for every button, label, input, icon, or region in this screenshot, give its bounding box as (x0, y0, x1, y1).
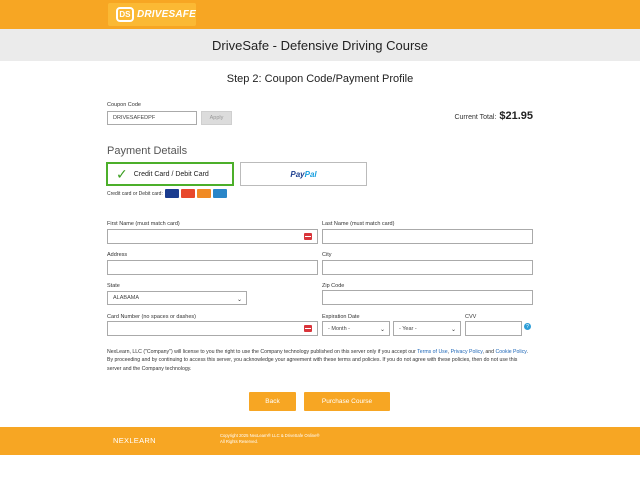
page-title: DriveSafe - Defensive Driving Course (211, 37, 429, 53)
legal-notice: NexLearn, LLC ("Company") will license t… (107, 348, 533, 373)
top-bar: DS DRIVESAFE (0, 0, 640, 29)
paypal-pay-text: Pay (290, 169, 305, 179)
drivesafe-logo[interactable]: DS DRIVESAFE (108, 3, 196, 26)
back-button[interactable]: Back (249, 392, 296, 411)
month-select[interactable]: - Month - ⌄ (322, 321, 390, 336)
last-name-label: Last Name (must match card) (322, 221, 395, 227)
nexlearn-logo: NEXLEARN (113, 436, 156, 445)
card-number-input[interactable] (107, 321, 318, 336)
legal-sep-2: , and (482, 349, 496, 355)
accepted-cards: Credit card or Debit card: (107, 189, 227, 198)
state-label: State (107, 283, 120, 289)
error-icon (304, 325, 312, 332)
rights-text: All Rights Reserved. (220, 439, 258, 444)
last-name-input[interactable] (322, 229, 533, 244)
apply-button[interactable]: Apply (201, 111, 232, 125)
checkout-page: DS DRIVESAFE DriveSafe - Defensive Drivi… (0, 0, 640, 478)
error-icon (304, 233, 312, 240)
coupon-label: Coupon Code (107, 102, 141, 108)
help-icon[interactable]: ? (524, 323, 531, 330)
mastercard-icon (180, 189, 195, 198)
year-value: - Year - (399, 325, 417, 332)
payment-details-title: Payment Details (107, 145, 188, 157)
chevron-down-icon: ⌄ (379, 327, 385, 333)
month-value: - Month - (328, 325, 351, 332)
amex-icon (212, 189, 227, 198)
legal-text-1: NexLearn, LLC ("Company") will license t… (107, 349, 418, 355)
visa-icon (164, 189, 179, 198)
discover-icon (196, 189, 211, 198)
first-name-label: First Name (must match card) (107, 221, 180, 227)
total-label: Current Total: (454, 114, 497, 121)
address-input[interactable] (107, 260, 318, 275)
terms-link[interactable]: Terms of Use (417, 349, 448, 355)
card-number-label: Card Number (no spaces or dashes) (107, 314, 196, 320)
zip-input[interactable] (322, 290, 533, 305)
logo-text: DRIVESAFE (136, 9, 196, 20)
footer: NEXLEARN Copyright 2025 NexLearn® LLC & … (0, 427, 640, 455)
credit-card-option[interactable]: ✓ Credit Card / Debit Card (106, 162, 234, 186)
paypal-option[interactable]: Pay Pal (240, 162, 367, 186)
total-amount: $21.95 (499, 110, 533, 122)
cvv-input[interactable] (465, 321, 522, 336)
zip-label: Zip Code (322, 283, 345, 289)
state-select[interactable]: ALABAMA ⌄ (107, 291, 247, 305)
logo-mark-icon: DS (116, 7, 134, 22)
expiration-label: Expiration Date (322, 314, 360, 320)
privacy-link[interactable]: Privacy Policy (451, 349, 483, 355)
checkmark-icon: ✓ (116, 165, 128, 182)
first-name-input[interactable] (107, 229, 318, 244)
chevron-down-icon: ⌄ (236, 297, 242, 303)
purchase-course-button[interactable]: Purchase Course (304, 392, 390, 411)
city-input[interactable] (322, 260, 533, 275)
cookie-link[interactable]: Cookie Policy (495, 349, 526, 355)
year-select[interactable]: - Year - ⌄ (393, 321, 461, 336)
chevron-down-icon: ⌄ (450, 327, 456, 333)
current-total: Current Total: $21.95 (454, 110, 533, 122)
address-label: Address (107, 252, 128, 258)
step-title: Step 2: Coupon Code/Payment Profile (226, 73, 414, 85)
paypal-pal-text: Pal (304, 169, 317, 179)
city-label: City (322, 252, 332, 258)
credit-card-label: Credit Card / Debit Card (133, 170, 209, 178)
state-value: ALABAMA (113, 295, 139, 301)
coupon-input[interactable]: DRIVESAFEDPF (107, 111, 197, 125)
title-band: DriveSafe - Defensive Driving Course (0, 29, 640, 61)
accepted-cards-label: Credit card or Debit card: (107, 190, 163, 197)
cvv-label: CVV (465, 314, 477, 320)
footer-copyright: Copyright 2025 NexLearn® LLC & DriveSafe… (220, 433, 320, 445)
